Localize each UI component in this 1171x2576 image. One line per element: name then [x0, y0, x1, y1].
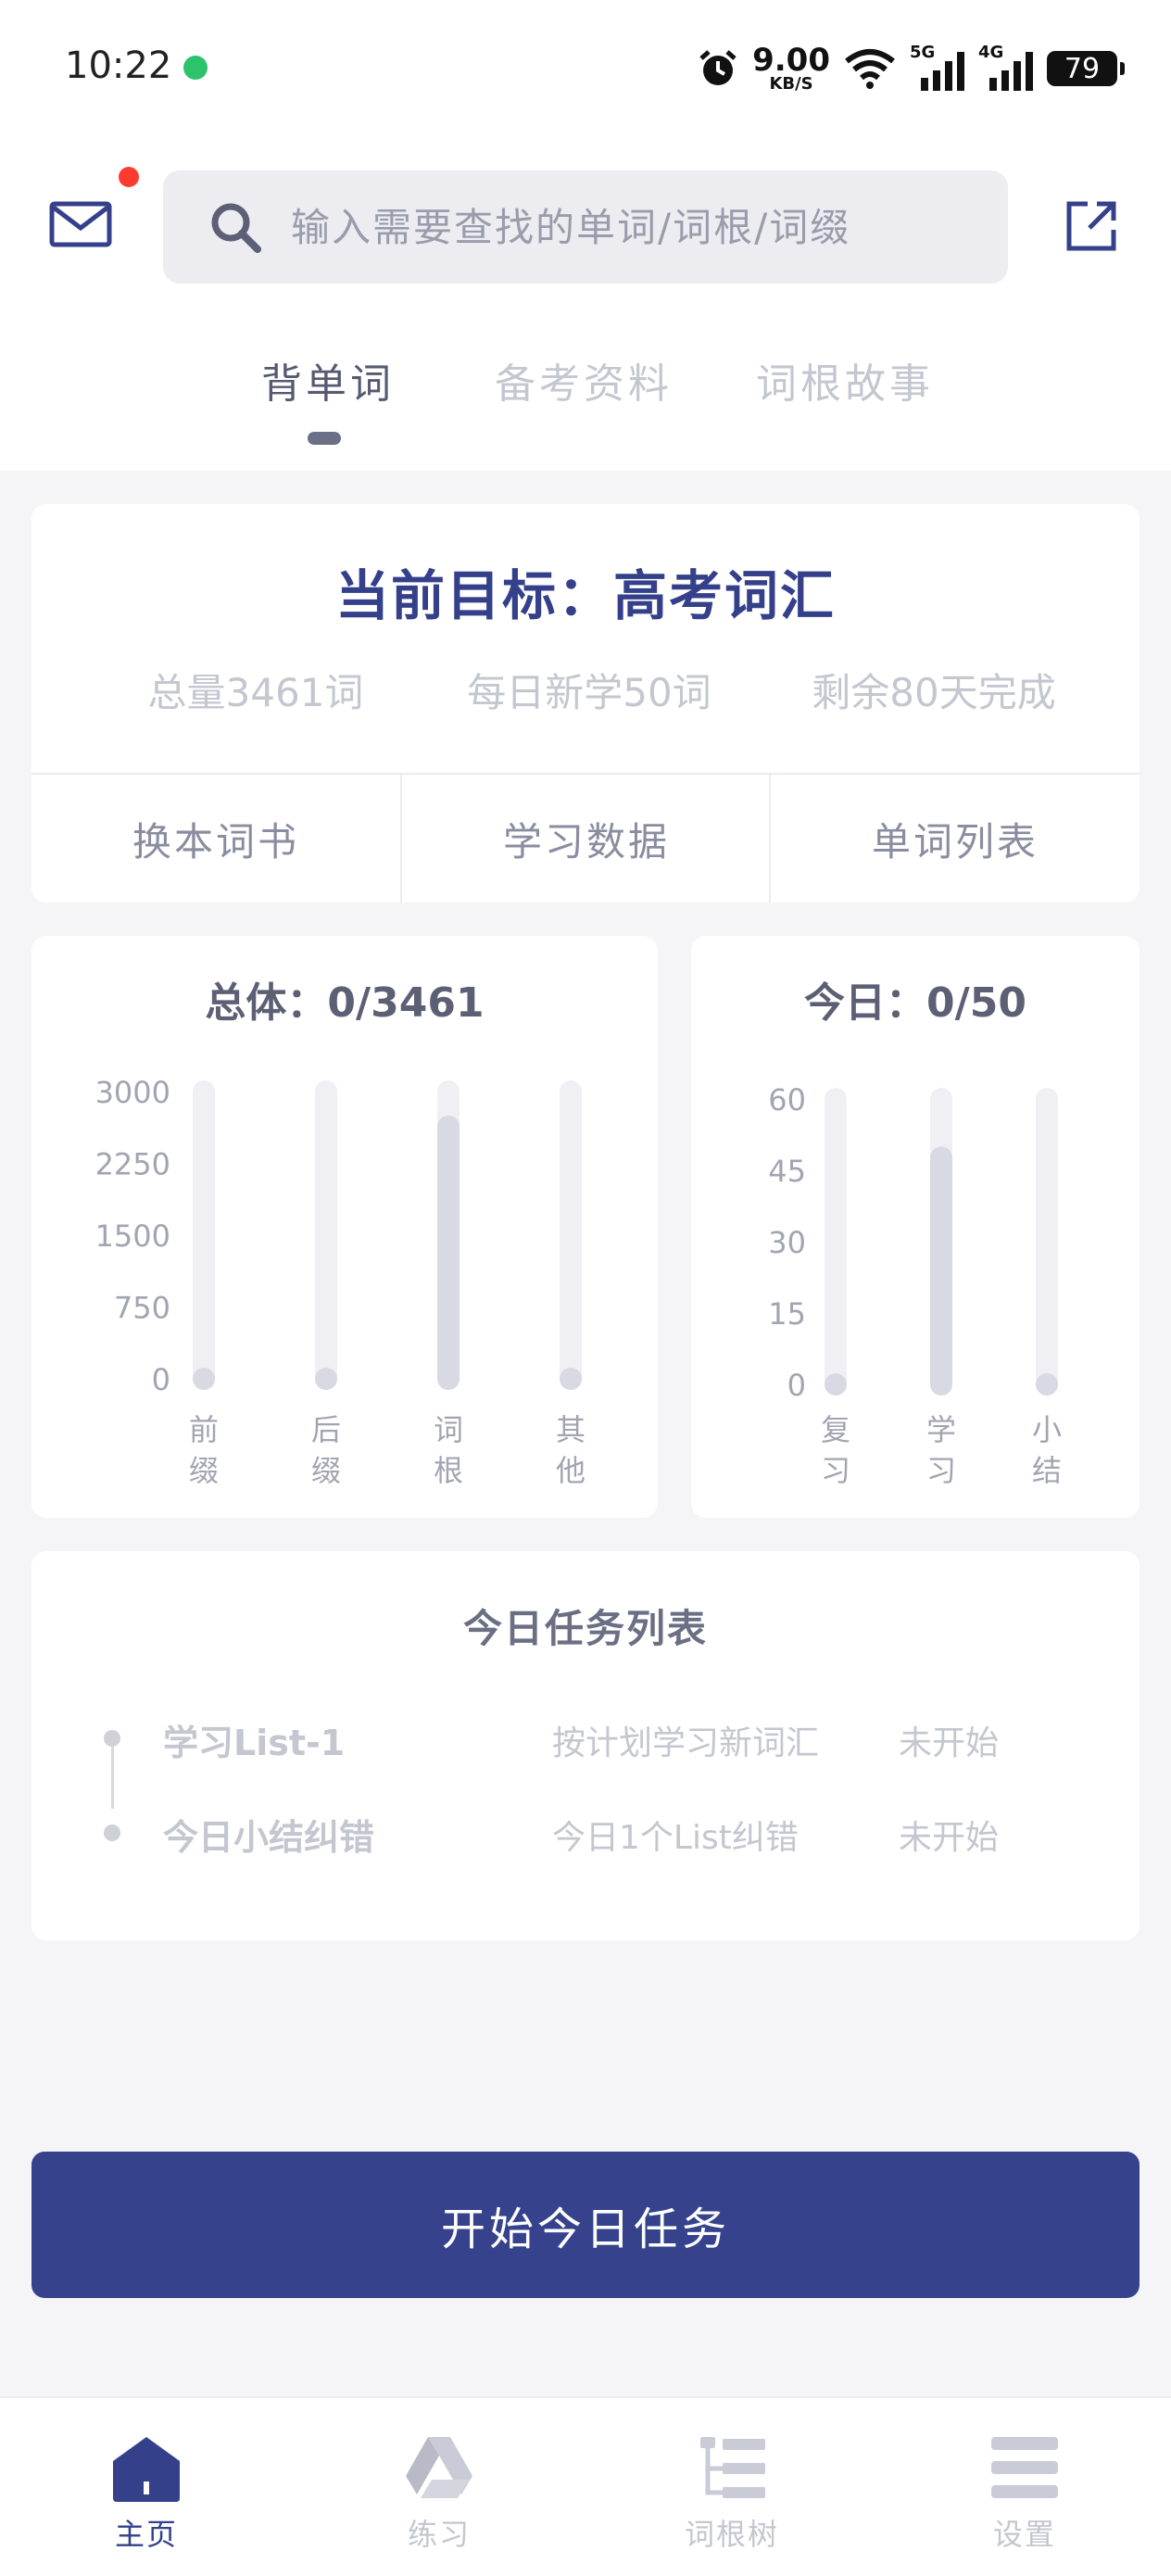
x-category-label: 缀: [189, 1453, 219, 1488]
x-category-label: 后: [311, 1412, 341, 1447]
signal-5g-icon: 5G: [910, 43, 965, 91]
drive-icon: [406, 2437, 472, 2498]
alarm-icon: [699, 50, 737, 85]
word-list-button[interactable]: 单词列表: [771, 775, 1140, 903]
goal-card: 当前目标：高考词汇 总量3461词 每日新学50词 剩余80天完成 换本词书 学…: [31, 504, 1140, 903]
status-icons: 9.00 KB/S 5G 4G 79: [697, 41, 1125, 96]
timeline-line: [111, 1738, 114, 1809]
x-category-label: 习: [821, 1453, 850, 1488]
speed-value: 9.00: [752, 42, 830, 79]
x-category-label: 学: [926, 1412, 956, 1447]
battery-level: 79: [1064, 52, 1101, 85]
y-tick-label: 0: [787, 1368, 806, 1403]
wifi-icon: [845, 49, 895, 89]
overall-chart-svg: 0750150022503000前缀后缀词根其他: [95, 1075, 586, 1488]
nav-root-tree[interactable]: 词根树: [586, 2398, 878, 2576]
status-time: 10:22: [65, 44, 172, 87]
timeline-dot: [104, 1825, 120, 1841]
network-speed: 9.00 KB/S: [752, 44, 830, 93]
y-tick-label: 3000: [95, 1075, 170, 1110]
active-tab-indicator: [308, 432, 341, 445]
bar-track: [315, 1080, 337, 1390]
bar: [437, 1115, 460, 1390]
bar: [193, 1368, 215, 1390]
today-chart-svg: 015304560复习学习小结: [768, 1082, 1062, 1488]
study-data-button[interactable]: 学习数据: [402, 775, 771, 903]
signal-4g-icon: 4G: [978, 43, 1034, 91]
task-name[interactable]: 今日小结纠错: [163, 1809, 374, 1860]
message-notification-icon: [183, 56, 208, 80]
notification-dot: [119, 167, 139, 187]
x-category-label: 复: [821, 1412, 850, 1447]
timeline-dot: [104, 1730, 120, 1747]
task-status: 未开始: [899, 1724, 1000, 1762]
y-tick-label: 45: [768, 1154, 806, 1189]
x-category-label: 根: [434, 1453, 463, 1488]
bar: [1036, 1373, 1058, 1395]
x-category-label: 习: [926, 1453, 956, 1488]
search-icon: [211, 203, 261, 253]
x-category-label: 前: [189, 1412, 219, 1447]
speed-unit: KB/S: [769, 74, 813, 94]
y-tick-label: 2250: [95, 1147, 170, 1182]
tree-list-icon: [700, 2437, 765, 2498]
task-name[interactable]: 学习List-1: [163, 1714, 345, 1765]
x-category-label: 他: [556, 1453, 586, 1488]
nav-settings[interactable]: 设置: [878, 2398, 1171, 2576]
task-description: 今日1个List纠错: [552, 1819, 799, 1857]
x-category-label: 缀: [311, 1453, 341, 1488]
x-category-label: 结: [1032, 1453, 1062, 1488]
tab-exam-materials[interactable]: 备考资料: [495, 350, 673, 410]
status-bar: 10:22 9.00 KB/S 5G 4G 79: [0, 0, 1171, 139]
bar: [825, 1373, 847, 1395]
search-bar[interactable]: [163, 170, 1008, 284]
goal-total-words: 总量3461词: [147, 670, 364, 715]
bar: [560, 1368, 582, 1390]
nav-label: 词根树: [684, 2517, 779, 2552]
nav-practice[interactable]: 练习: [293, 2398, 586, 2576]
bar-track: [193, 1080, 215, 1390]
y-tick-label: 0: [152, 1362, 170, 1397]
bar: [930, 1146, 952, 1395]
tab-root-stories[interactable]: 词根故事: [756, 350, 934, 410]
goal-title: 当前目标：高考词汇: [334, 564, 836, 627]
menu-icon: [991, 2437, 1058, 2498]
share-button[interactable]: [1064, 198, 1119, 254]
y-tick-label: 60: [768, 1082, 806, 1118]
x-category-label: 小: [1032, 1412, 1062, 1447]
nav-label: 练习: [407, 2517, 471, 2552]
bottom-navigation: 主页 练习 词根树 设置: [0, 2396, 1171, 2576]
y-tick-label: 30: [768, 1225, 806, 1260]
external-link-icon: [1066, 201, 1116, 251]
goal-daily-new: 每日新学50词: [467, 670, 711, 715]
y-tick-label: 750: [114, 1291, 170, 1326]
nav-label: 主页: [114, 2517, 178, 2552]
task-list-card: 今日任务列表 学习List-1 按计划学习新词汇 未开始 今日小结纠错 今日1个…: [31, 1551, 1140, 1940]
goal-days-remaining: 剩余80天完成: [812, 670, 1056, 715]
start-today-task-button[interactable]: 开始今日任务: [31, 2152, 1140, 2298]
today-progress-chart: 今日：0/50 0 15 30 45 60 复习学习小结: [691, 936, 1140, 1518]
y-tick-label: 1500: [95, 1219, 170, 1254]
battery-icon: 79: [1047, 51, 1125, 86]
task-list-title: 今日任务列表: [462, 1606, 708, 1651]
nav-home[interactable]: 主页: [0, 2398, 293, 2576]
search-input[interactable]: [291, 204, 939, 250]
task-description: 按计划学习新词汇: [552, 1724, 820, 1762]
change-book-button[interactable]: 换本词书: [31, 775, 400, 903]
y-tick-label: 15: [768, 1296, 806, 1332]
x-category-label: 其: [556, 1412, 586, 1447]
bar-track: [825, 1088, 847, 1395]
task-status: 未开始: [899, 1819, 1000, 1857]
mail-button[interactable]: [48, 196, 113, 252]
x-category-label: 词: [434, 1412, 463, 1447]
bar-track: [560, 1080, 582, 1390]
nav-label: 设置: [992, 2517, 1056, 2552]
overall-progress-chart: 总体：0/3461 0 750 1500 2250 3000 前缀后缀词根其他: [31, 936, 658, 1518]
mail-icon: [49, 201, 112, 247]
bar-track: [1036, 1088, 1058, 1395]
home-icon: [113, 2437, 180, 2502]
tab-memorize-words[interactable]: 背单词: [261, 350, 395, 410]
bar: [315, 1368, 337, 1390]
